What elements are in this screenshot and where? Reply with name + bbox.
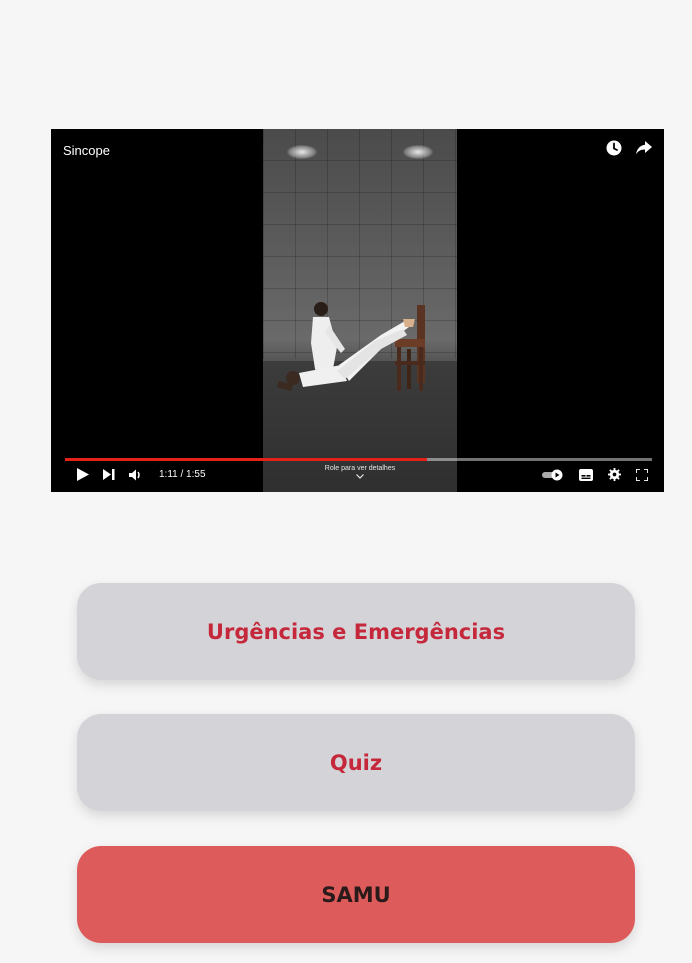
subtitles-icon[interactable] [579,468,593,481]
time-readout: 1:11 / 1:55 [159,469,206,480]
video-frame [263,129,457,492]
progress-fill [65,458,428,461]
share-arrow-icon[interactable] [636,141,652,155]
video-player[interactable]: Sincope 1:11 / 1:55 Role para ver detalh… [51,129,664,492]
clock-icon[interactable] [606,140,622,156]
samu-button[interactable]: SAMU [77,846,635,943]
lying-person-figure [277,319,415,391]
quiz-button[interactable]: Quiz [77,714,635,811]
video-controls-left: 1:11 / 1:55 [77,468,206,481]
play-icon[interactable] [77,468,89,481]
autoplay-toggle-icon[interactable] [542,469,564,481]
skip-next-icon[interactable] [103,469,115,480]
volume-icon[interactable] [129,469,143,481]
scroll-hint-label: Role para ver detalhes [324,465,396,472]
fullscreen-icon[interactable] [636,468,648,481]
video-controls-right [542,468,648,481]
gear-icon[interactable] [608,468,621,481]
scroll-hint[interactable]: Role para ver detalhes [263,465,457,479]
video-top-actions [606,140,652,156]
video-scene [277,302,425,391]
chair-figure [395,305,425,391]
progress-bar[interactable] [65,458,652,461]
video-title: Sincope [63,143,110,158]
chevron-down-icon [263,474,457,479]
urgencias-emergencias-button[interactable]: Urgências e Emergências [77,583,635,680]
